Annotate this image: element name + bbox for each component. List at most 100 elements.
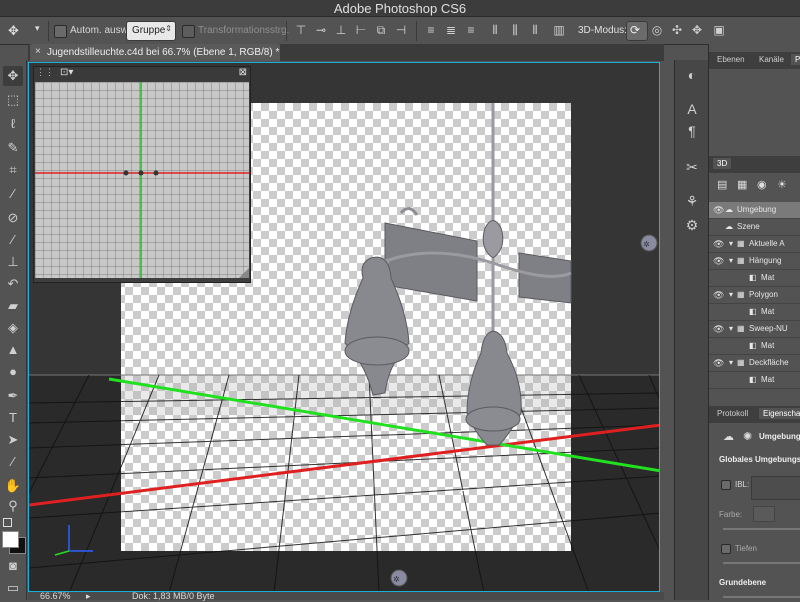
scene-row[interactable]: 👁 ▾ ▦ Deckfläche xyxy=(709,355,800,372)
lasso-tool-icon[interactable]: ℓ xyxy=(3,114,23,134)
adjustments-icon[interactable]: ◐ xyxy=(681,64,703,86)
eyedropper-tool-icon[interactable]: ⁄ xyxy=(3,184,23,204)
material-filter-icon[interactable]: ◉ xyxy=(757,178,767,191)
ibl-checkbox[interactable] xyxy=(721,480,731,490)
screen-mode-icon[interactable]: ▭ xyxy=(3,578,23,598)
scene-row[interactable]: ◧ Mat xyxy=(709,270,800,287)
distribute-bottom-icon[interactable]: ≡ xyxy=(464,23,478,37)
distribute-left-icon[interactable]: ⫴ xyxy=(488,23,502,37)
align-hcenter-icon[interactable]: ⧉ xyxy=(374,23,388,37)
default-colors-icon[interactable] xyxy=(3,518,12,527)
zoom-tool-icon[interactable]: ⚲ xyxy=(3,496,23,516)
tab-layers[interactable]: Ebenen xyxy=(713,54,749,65)
foreground-color-swatch[interactable] xyxy=(2,531,19,548)
align-right-icon[interactable]: ⊣ xyxy=(394,23,408,37)
visibility-eye-icon[interactable]: 👁 xyxy=(713,359,724,368)
tab-properties[interactable]: Eigenscha xyxy=(759,408,800,419)
roll-3d-icon[interactable]: ◎ xyxy=(650,23,664,37)
light-handle-icon[interactable]: ✲ xyxy=(640,234,658,252)
blur-tool-icon[interactable]: ▲ xyxy=(3,340,23,360)
clone-stamp-tool-icon[interactable]: ⊥ xyxy=(3,252,23,272)
align-vcenter-icon[interactable]: ⊸ xyxy=(314,23,328,37)
ibl-image-field[interactable] xyxy=(751,476,800,500)
scene-row[interactable]: 👁 ▾ ▦ Polygon xyxy=(709,287,800,304)
distribute-vcenter-icon[interactable]: ≣ xyxy=(444,23,458,37)
align-left-icon[interactable]: ⊢ xyxy=(354,23,368,37)
panel-grip-icon[interactable]: ⋮⋮ xyxy=(36,67,54,78)
type-tool-icon[interactable]: T xyxy=(3,408,23,428)
expand-triangle-icon[interactable]: ▾ xyxy=(729,355,733,371)
scene-row[interactable]: 👁 ☁ Umgebung xyxy=(709,202,800,219)
brush-presets-icon[interactable]: ⚘ xyxy=(681,190,703,212)
move-tool-icon[interactable]: ✥ xyxy=(3,66,23,86)
distribute-top-icon[interactable]: ≡ xyxy=(424,23,438,37)
visibility-eye-icon[interactable]: 👁 xyxy=(713,240,724,249)
history-brush-tool-icon[interactable]: ↶ xyxy=(3,274,23,294)
quick-mask-icon[interactable]: ◙ xyxy=(3,556,23,576)
quick-select-tool-icon[interactable]: ✎ xyxy=(3,138,23,158)
scene-row[interactable]: ◧ Mat xyxy=(709,372,800,389)
scene-row[interactable]: ◧ Mat xyxy=(709,304,800,321)
visibility-eye-icon[interactable]: 👁 xyxy=(713,325,724,334)
brush-settings-icon[interactable]: ⚙ xyxy=(681,214,703,236)
color-swatch[interactable] xyxy=(753,506,775,522)
drag-3d-icon[interactable]: ✣ xyxy=(670,23,684,37)
tool-presets-icon[interactable]: ✂ xyxy=(681,156,703,178)
document-tab[interactable]: × Jugendstilleuchte.c4d bei 66.7% (Ebene… xyxy=(30,44,280,61)
tab-history[interactable]: Protokoll xyxy=(713,408,752,419)
paragraph-icon[interactable]: ¶ xyxy=(681,120,703,142)
auto-select-checkbox[interactable] xyxy=(54,25,67,38)
visibility-eye-icon[interactable]: 👁 xyxy=(713,206,724,215)
light-filter-icon[interactable]: ☀ xyxy=(777,178,787,191)
auto-select-dropdown[interactable]: Gruppe ⇕ xyxy=(126,21,176,41)
distribute-hcenter-icon[interactable]: ⫼ xyxy=(508,23,522,37)
secondary-view-panel[interactable]: ⋮⋮ ⊡▾ ⊠ xyxy=(33,66,251,283)
close-tab-icon[interactable]: × xyxy=(35,46,41,57)
healing-brush-tool-icon[interactable]: ⊘ xyxy=(3,208,23,228)
tool-preset-dropdown-icon[interactable]: ▾ xyxy=(35,23,40,34)
align-bottom-icon[interactable]: ⊥ xyxy=(334,23,348,37)
ground-slider[interactable] xyxy=(723,596,800,598)
view-menu-icon[interactable]: ⊡▾ xyxy=(60,67,73,78)
tab-channels[interactable]: Kanäle xyxy=(755,54,788,65)
light-handle-bottom-icon[interactable]: ✲ xyxy=(390,569,408,587)
pen-tool-icon[interactable]: ✒ xyxy=(3,386,23,406)
environment-light-icon[interactable]: ✺ xyxy=(743,430,752,443)
marquee-tool-icon[interactable]: ⬚ xyxy=(3,90,23,110)
slide-3d-icon[interactable]: ✥ xyxy=(690,23,704,37)
status-menu-icon[interactable]: ▸ xyxy=(86,591,91,602)
expand-triangle-icon[interactable]: ▾ xyxy=(729,236,733,252)
path-selection-tool-icon[interactable]: ➤ xyxy=(3,430,23,450)
close-view-icon[interactable]: ⊠ xyxy=(239,67,247,78)
crop-tool-icon[interactable]: ⌗ xyxy=(3,160,23,180)
paint-bucket-tool-icon[interactable]: ◈ xyxy=(3,318,23,338)
eraser-tool-icon[interactable]: ▰ xyxy=(3,296,23,316)
distribute-right-icon[interactable]: ⫴ xyxy=(528,23,542,37)
visibility-eye-icon[interactable]: 👁 xyxy=(713,291,724,300)
character-icon[interactable]: A xyxy=(681,98,703,120)
scale-3d-icon[interactable]: ▣ xyxy=(712,23,726,37)
scene-row[interactable]: 👁 ▾ ▦ Sweep-NU xyxy=(709,321,800,338)
move-tool-icon[interactable]: ✥ xyxy=(8,23,19,39)
mesh-filter-icon[interactable]: ▦ xyxy=(737,178,747,191)
scene-filter-icon[interactable]: ▤ xyxy=(717,178,727,191)
scene-row[interactable]: ◧ Mat xyxy=(709,338,800,355)
expand-triangle-icon[interactable]: ▾ xyxy=(729,287,733,303)
expand-triangle-icon[interactable]: ▾ xyxy=(729,321,733,337)
tab-paths[interactable]: P xyxy=(791,54,800,65)
expand-triangle-icon[interactable]: ▾ xyxy=(729,253,733,269)
softness-slider[interactable] xyxy=(723,562,800,564)
dodge-tool-icon[interactable]: ● xyxy=(3,362,23,382)
scene-row[interactable]: 👁 ▾ ▦ Hängung xyxy=(709,253,800,270)
tab-3d[interactable]: 3D xyxy=(713,158,732,169)
brush-tool-icon[interactable]: ∕ xyxy=(3,230,23,250)
orbit-3d-button[interactable]: ⟳ xyxy=(626,21,648,41)
align-top-icon[interactable]: ⊤ xyxy=(294,23,308,37)
shadows-checkbox[interactable] xyxy=(721,544,731,554)
auto-align-icon[interactable]: ▥ xyxy=(552,23,566,37)
transform-controls-checkbox[interactable] xyxy=(182,25,195,38)
intensity-slider[interactable] xyxy=(723,528,800,530)
visibility-eye-icon[interactable]: 👁 xyxy=(713,257,724,266)
scene-row[interactable]: ☁ Szene xyxy=(709,219,800,236)
hand-tool-icon[interactable]: ✋ xyxy=(3,476,23,496)
